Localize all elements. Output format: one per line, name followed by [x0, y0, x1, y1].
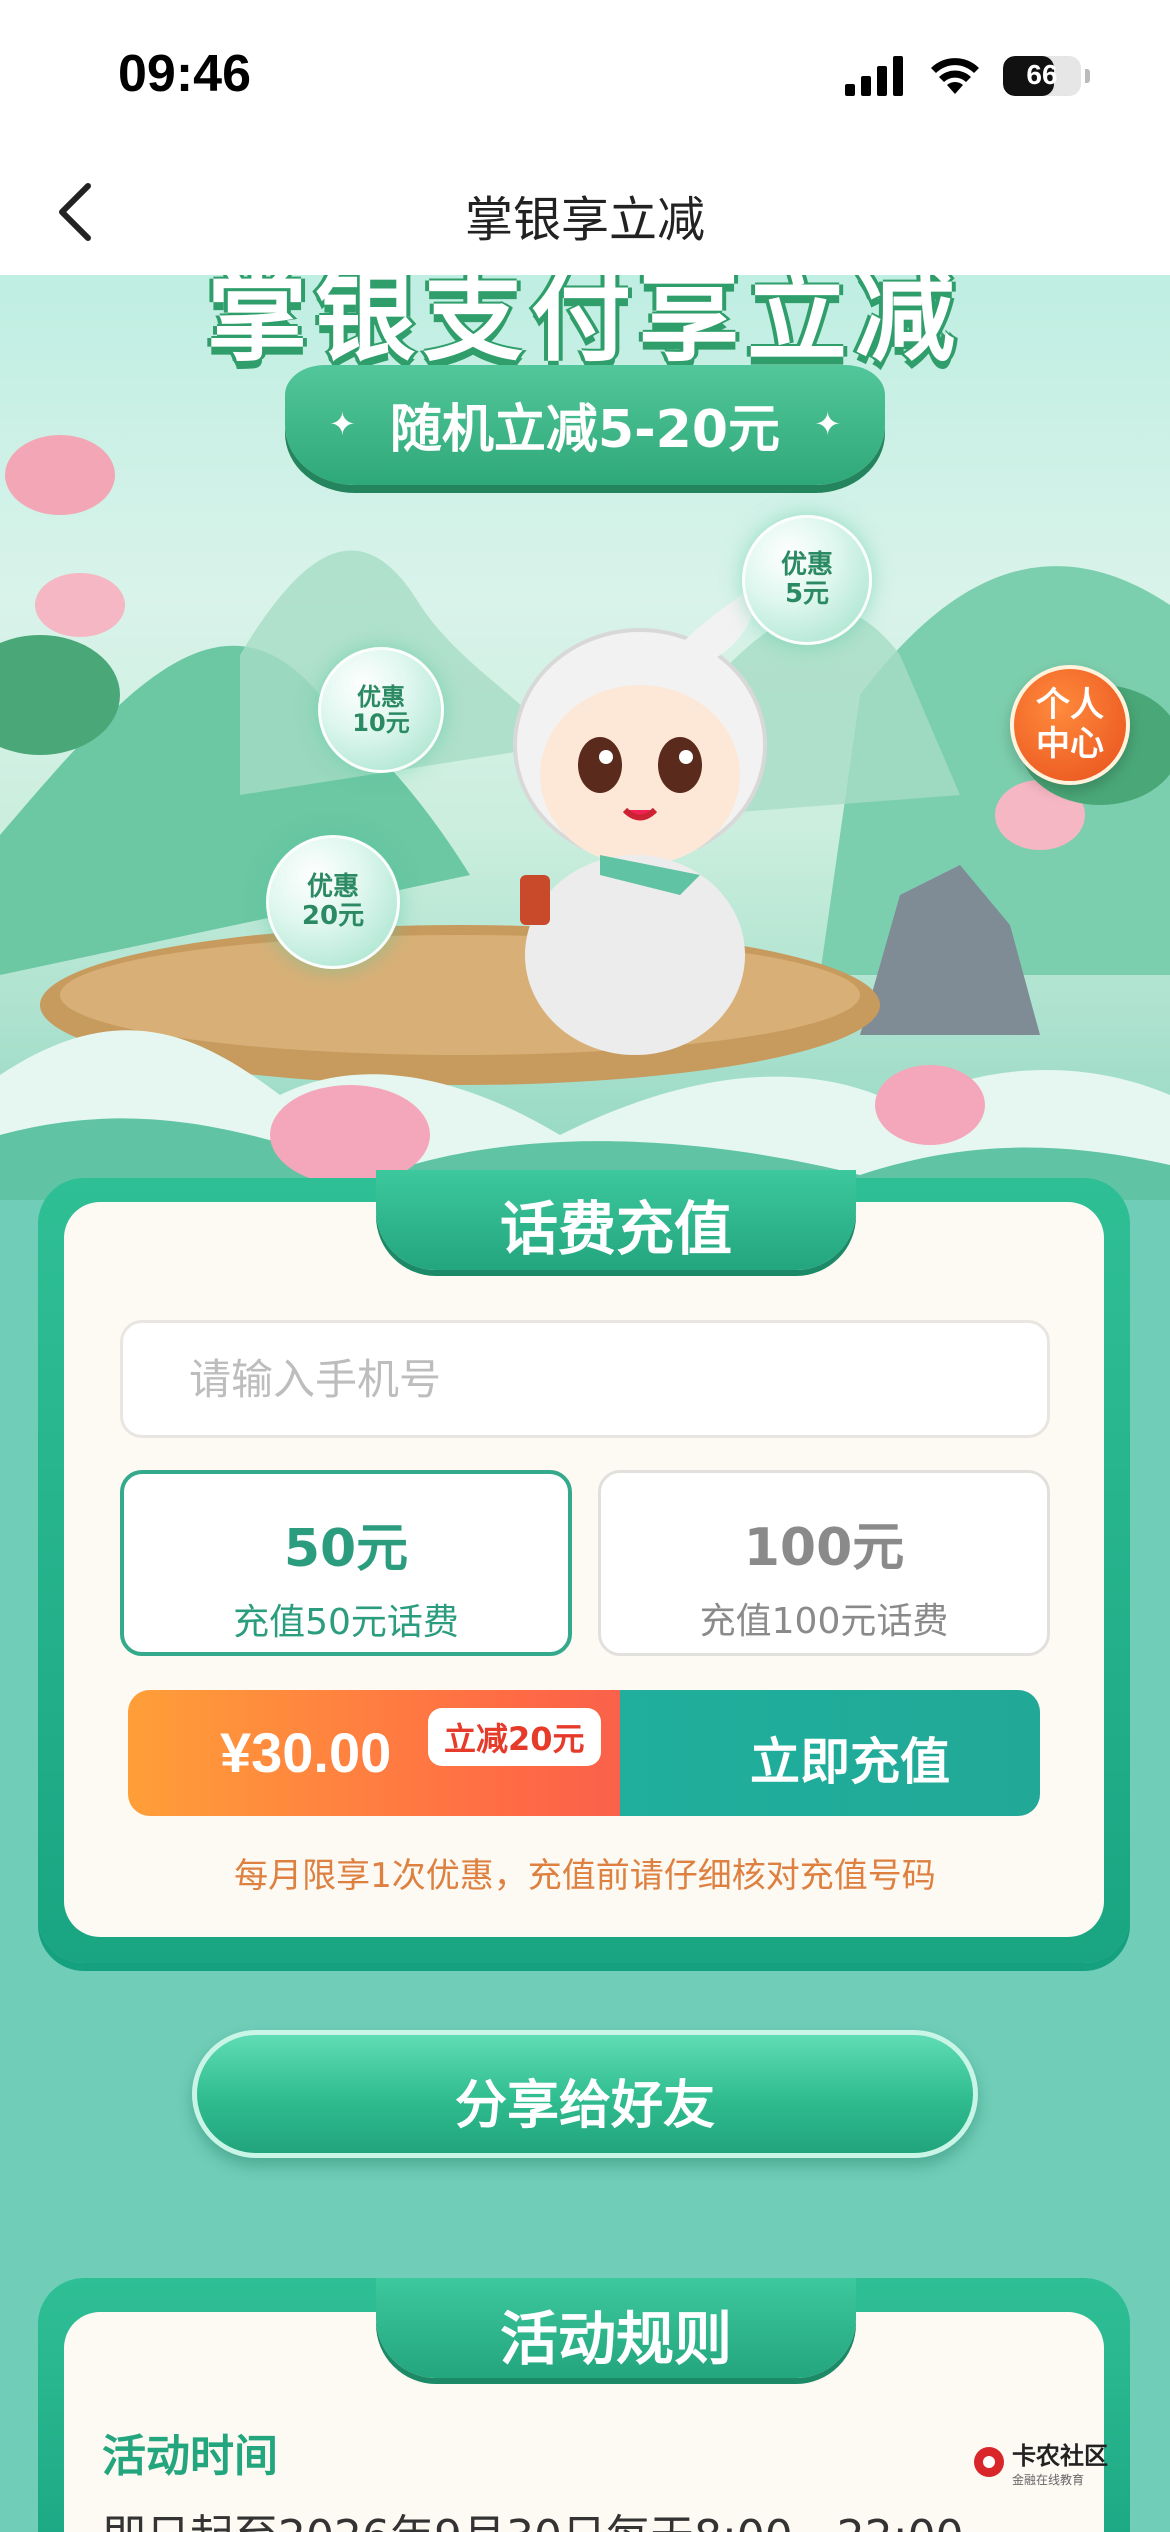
watermark-sub: 金融在线教育	[1012, 2473, 1085, 2487]
amount-option-50[interactable]: 50元 充值50元话费	[120, 1470, 572, 1656]
coupon-bubble-5[interactable]: 优惠 5元	[742, 515, 872, 645]
bubble-label: 优惠	[780, 550, 833, 581]
page-title: 掌银享立减	[464, 192, 705, 248]
discount-ribbon: ✦ 随机立减5-20元 ✦	[285, 365, 885, 485]
recharge-title: 话费充值	[499, 1195, 732, 1263]
personal-center-button[interactable]: 个人 中心	[1010, 665, 1130, 785]
hero-title: 掌银支付享立减	[207, 275, 963, 375]
amount-option-100[interactable]: 100元 充值100元话费	[598, 1470, 1050, 1656]
battery-tip	[1085, 69, 1090, 83]
status-icons: 66	[845, 56, 1090, 96]
price-section	[128, 1690, 688, 1816]
share-button[interactable]: 分享给好友	[192, 2030, 978, 2158]
coupon-bubble-10[interactable]: 优惠 10元	[318, 647, 444, 773]
rules-subtitle: 活动时间	[102, 2431, 278, 2482]
rules-text: 即日起至2026年9月30日每天8:00—22:00	[102, 2500, 964, 2532]
discount-badge: 立减20元	[428, 1708, 601, 1766]
ribbon-text: 随机立减5-20元	[389, 400, 781, 460]
status-bar: 09:46 66	[0, 0, 1170, 150]
pay-bar: ¥30.00 立减20元 立即充值	[128, 1690, 1040, 1816]
rules-card: 活动规则	[38, 2278, 1130, 2532]
bubble-value: 20元	[301, 901, 365, 931]
amount-desc: 充值50元话费	[233, 1602, 459, 1643]
bubble-label: 优惠	[357, 682, 405, 711]
recharge-now-label[interactable]: 立即充值	[660, 1722, 1040, 1794]
recharge-notice: 每月限享1次优惠，充值前请仔细核对充值号码	[234, 1856, 936, 1896]
hero-banner: 掌银支付享立减 ✦ 随机立减5-20元 ✦ 优惠 5元 优惠 10元 优惠 20…	[0, 275, 1170, 1200]
personal-center-label: 中心	[1036, 724, 1104, 764]
sparkle-icon: ✦	[814, 405, 841, 443]
wifi-icon	[931, 58, 979, 94]
nav-bar: 掌银享立减	[0, 150, 1170, 275]
coupon-bubble-20[interactable]: 优惠 20元	[266, 835, 400, 969]
watermark-logo: 卡农社区 金融在线教育	[972, 2436, 1108, 2488]
bubble-label: 优惠	[306, 872, 359, 903]
price-value: ¥30.00	[220, 1721, 392, 1784]
share-button-label: 分享给好友	[454, 2076, 715, 2136]
battery-icon: 66	[1003, 56, 1081, 96]
bubble-value: 10元	[352, 709, 410, 737]
rules-title: 活动规则	[499, 2305, 732, 2373]
personal-center-label: 个人	[1036, 684, 1104, 725]
rules-card-header: 活动规则	[376, 2278, 856, 2378]
phone-input[interactable]	[120, 1320, 1050, 1438]
bubble-value: 5元	[784, 579, 830, 609]
amount-value: 50元	[283, 1519, 409, 1579]
amount-value: 100元	[743, 1518, 905, 1578]
status-time: 09:46	[118, 45, 251, 103]
watermark-icon	[974, 2447, 1004, 2477]
recharge-card-header: 话费充值	[376, 1170, 856, 1270]
watermark-main: 卡农社区	[1012, 2442, 1108, 2470]
signal-icon	[845, 56, 903, 96]
battery-level: 66	[1026, 59, 1058, 90]
amount-desc: 充值100元话费	[699, 1601, 949, 1642]
